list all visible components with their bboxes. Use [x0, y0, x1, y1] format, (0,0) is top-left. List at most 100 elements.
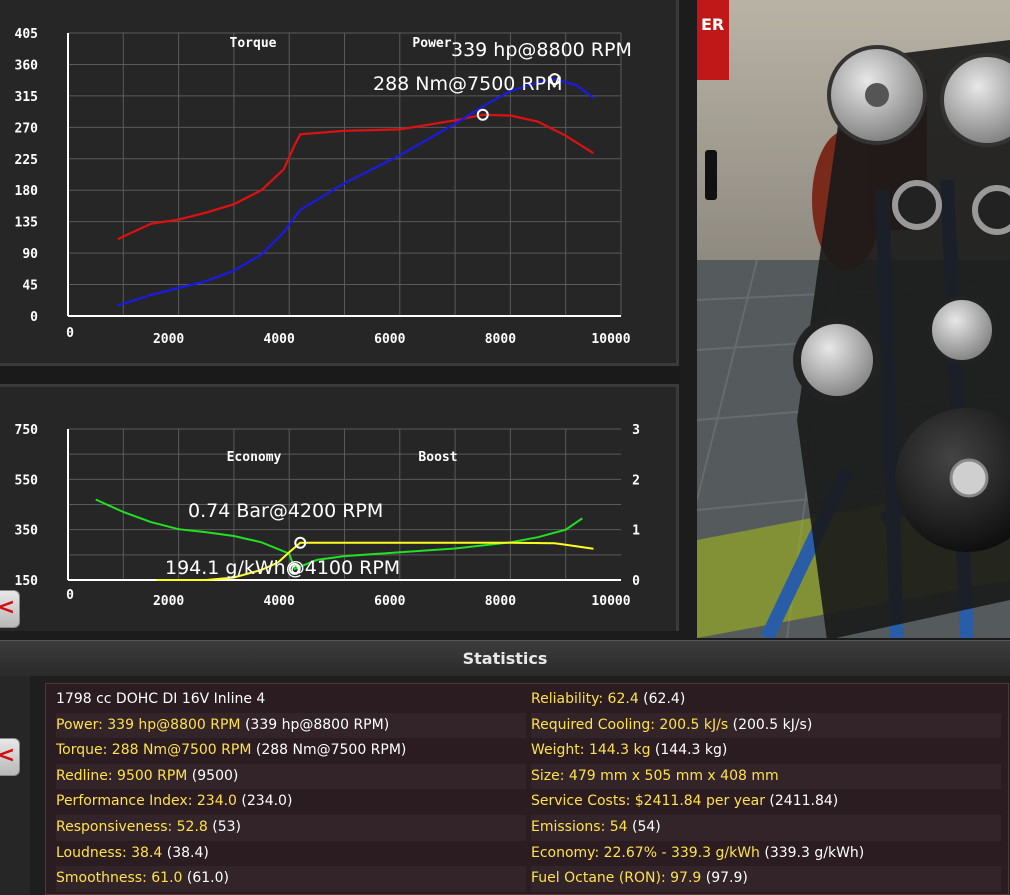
y-right-tick-label: 0 [632, 574, 640, 589]
stat-row: Power: 339 hp@8800 RPM (339 hp@8800 RPM) [56, 712, 526, 739]
warning-sign-text: ER [701, 15, 724, 34]
x-tick-label: 2000 [153, 594, 184, 609]
x-tick-label: 8000 [485, 594, 516, 609]
stat-row: Weight: 144.3 kg (144.3 kg) [531, 738, 1001, 764]
collapse-left-button[interactable]: < [0, 590, 20, 628]
stat-label: Economy: 22.67% - 339.3 g/kWh [531, 844, 760, 861]
y-left-tick-label: 550 [15, 473, 39, 488]
y-tick-label: 405 [15, 27, 38, 42]
y-right-tick-label: 1 [632, 524, 640, 539]
stat-row: Economy: 22.67% - 339.3 g/kWh (339.3 g/k… [531, 841, 1001, 867]
y-left-tick-label: 350 [15, 524, 39, 539]
boost-peak-label: 0.74 Bar@4200 RPM [188, 500, 383, 522]
stat-label: Reliability: 62.4 [531, 691, 639, 707]
stat-label: Emissions: 54 [531, 818, 628, 835]
stat-value: (339 hp@8800 RPM) [240, 716, 390, 733]
statistics-left-column: 1798 cc DOHC DI 16V Inline 4 Power: 339 h… [56, 687, 526, 892]
power-peak-label: 339 hp@8800 RPM [451, 39, 632, 61]
economy-boost-chart: 750 550 350 150 3 2 1 0 0 2000 4000 6000 8000 10000 Ec… [15, 423, 641, 609]
stat-row: Redline: 9500 RPM (9500) [56, 763, 526, 790]
stat-value: (97.9) [701, 870, 748, 887]
y-tick-label: 90 [22, 247, 38, 262]
stat-value: (9500) [187, 767, 239, 784]
y-tick-label: 360 [15, 58, 39, 73]
stat-value: (339.3 g/kWh) [759, 844, 865, 861]
y-left-tick-label: 750 [15, 423, 39, 438]
stat-label: Smoothness: 61.0 [56, 870, 183, 887]
x-tick-label: 0 [66, 326, 74, 341]
stat-value: (61.0) [182, 870, 229, 887]
stat-row: Emissions: 54 (54) [531, 814, 1001, 841]
series-line-power [117, 77, 595, 307]
statistics-right-column: Reliability: 62.4 (62.4) Required Cooling… [531, 687, 1001, 892]
stat-value: (62.4) [638, 691, 686, 707]
engine-3d-view[interactable]: ER [697, 0, 1010, 638]
y-tick-label: 270 [15, 121, 39, 136]
y-left-tick-label: 150 [15, 574, 39, 589]
statistics-list: 1798 cc DOHC DI 16V Inline 4 Power: 339 h… [45, 683, 1009, 895]
x-tick-label: 2000 [153, 332, 184, 347]
economy-boost-chart-panel: 750 550 350 150 3 2 1 0 0 2000 4000 6000 8000 10000 Ec… [0, 384, 679, 631]
x-tick-label: 10000 [591, 594, 630, 609]
stat-label: Responsiveness: 52.8 [56, 818, 208, 835]
legend-economy: Economy [227, 450, 282, 465]
stat-row: Fuel Octane (RON): 97.9 (97.9) [531, 866, 1001, 892]
stat-label: Power: 339 hp@8800 RPM [56, 716, 241, 733]
x-tick-label: 4000 [264, 332, 295, 347]
torque-peak-label: 288 Nm@7500 RPM [373, 73, 562, 95]
legend-boost: Boost [418, 450, 457, 465]
legend-torque: Torque [230, 36, 277, 51]
statistics-title: Statistics [462, 649, 548, 668]
statistics-header: Statistics [0, 640, 1010, 677]
y-tick-label: 315 [15, 90, 38, 105]
stat-value: (288 Nm@7500 RPM) [251, 742, 407, 759]
stat-label: Fuel Octane (RON): 97.9 [531, 870, 702, 887]
power-torque-chart: 405 360 315 270 225 180 135 90 45 0 0 2000 4000 6000 8… [15, 27, 632, 347]
stat-value: (144.3 kg) [650, 742, 728, 759]
stat-label: Weight: 144.3 kg [531, 742, 651, 759]
engine-render: ER [697, 0, 1010, 638]
stat-label: 1798 cc DOHC DI 16V Inline 4 [56, 691, 266, 707]
stat-label: Performance Index: 234.0 [56, 793, 237, 810]
stat-value: (200.5 kJ/s) [728, 716, 813, 733]
stat-row: Required Cooling: 200.5 kJ/s (200.5 kJ/s… [531, 712, 1001, 739]
stat-label: Required Cooling: 200.5 kJ/s [531, 716, 729, 733]
legend-power: Power [412, 36, 451, 51]
y-tick-label: 180 [15, 184, 39, 199]
chevron-left-icon: < [0, 743, 16, 768]
x-tick-label: 6000 [374, 332, 405, 347]
warning-sign [697, 0, 729, 80]
stat-row: Performance Index: 234.0 (234.0) [56, 789, 526, 815]
stat-row: 1798 cc DOHC DI 16V Inline 4 [56, 687, 526, 713]
x-tick-label: 0 [66, 588, 74, 603]
stat-row: Responsiveness: 52.8 (53) [56, 814, 526, 841]
x-tick-label: 10000 [591, 332, 630, 347]
stat-row: Loudness: 38.4 (38.4) [56, 841, 526, 867]
power-torque-chart-panel: 405 360 315 270 225 180 135 90 45 0 0 2000 4000 6000 8… [0, 0, 679, 366]
statistics-panel: 1798 cc DOHC DI 16V Inline 4 Power: 339 h… [0, 676, 1010, 895]
x-tick-label: 8000 [485, 332, 516, 347]
left-sidebar-strip [0, 676, 30, 895]
y-tick-label: 0 [30, 310, 38, 325]
stat-label: Service Costs: $2411.84 per year [531, 793, 765, 810]
y-tick-label: 45 [22, 279, 38, 294]
stat-value: (2411.84) [764, 793, 839, 810]
economy-best-label: 194.1 g/kWh@4100 RPM [165, 557, 400, 579]
x-tick-label: 6000 [374, 594, 405, 609]
x-tick-label: 4000 [264, 594, 295, 609]
y-right-tick-label: 3 [632, 423, 640, 438]
stat-row: Reliability: 62.4 (62.4) [531, 687, 1001, 713]
stat-label: Size: 479 mm x 505 mm x 408 mm [531, 767, 779, 784]
stat-value: (53) [207, 818, 242, 835]
y-tick-label: 225 [15, 153, 38, 168]
stat-label: Redline: 9500 RPM [56, 767, 188, 784]
stat-row: Torque: 288 Nm@7500 RPM (288 Nm@7500 RPM… [56, 738, 526, 764]
chevron-left-icon: < [0, 595, 16, 620]
stat-value: (38.4) [162, 844, 209, 861]
stat-label: Loudness: 38.4 [56, 844, 163, 861]
stat-row: Smoothness: 61.0 (61.0) [56, 866, 526, 892]
stat-value: (234.0) [236, 793, 293, 810]
stat-label: Torque: 288 Nm@7500 RPM [56, 742, 252, 759]
expand-left-button[interactable]: < [0, 738, 20, 776]
stat-row: Service Costs: $2411.84 per year (2411.8… [531, 789, 1001, 815]
